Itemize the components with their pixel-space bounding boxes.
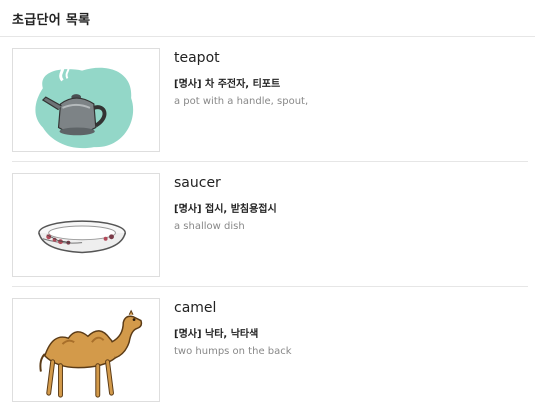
word-meaning: [명사] 낙타, 낙타색 bbox=[174, 329, 259, 340]
word-description: a pot with a handle, spout, bbox=[174, 96, 309, 107]
camel-icon bbox=[39, 309, 143, 398]
saucer-icon bbox=[38, 220, 126, 254]
word-title[interactable]: saucer bbox=[174, 175, 221, 191]
list-item[interactable]: camel [명사] 낙타, 낙타색 two humps on the back bbox=[12, 287, 528, 412]
list-item[interactable]: saucer [명사] 접시, 받침용접시 a shallow dish bbox=[12, 162, 528, 287]
teapot-icon bbox=[35, 65, 134, 149]
word-meaning: [명사] 차 주전자, 티포트 bbox=[174, 79, 281, 90]
word-description: two humps on the back bbox=[174, 346, 292, 357]
teapot-image[interactable] bbox=[12, 48, 160, 152]
camel-image[interactable] bbox=[12, 298, 160, 402]
word-meaning: [명사] 접시, 받침용접시 bbox=[174, 204, 277, 215]
page-header: 초급단어 목록 bbox=[0, 0, 535, 37]
word-title[interactable]: camel bbox=[174, 300, 216, 316]
list-item[interactable]: teapot [명사] 차 주전자, 티포트 a pot with a hand… bbox=[12, 37, 528, 162]
word-description: a shallow dish bbox=[174, 221, 245, 232]
page-title: 초급단어 목록 bbox=[12, 12, 91, 28]
word-title[interactable]: teapot bbox=[174, 50, 220, 66]
saucer-image[interactable] bbox=[12, 173, 160, 277]
